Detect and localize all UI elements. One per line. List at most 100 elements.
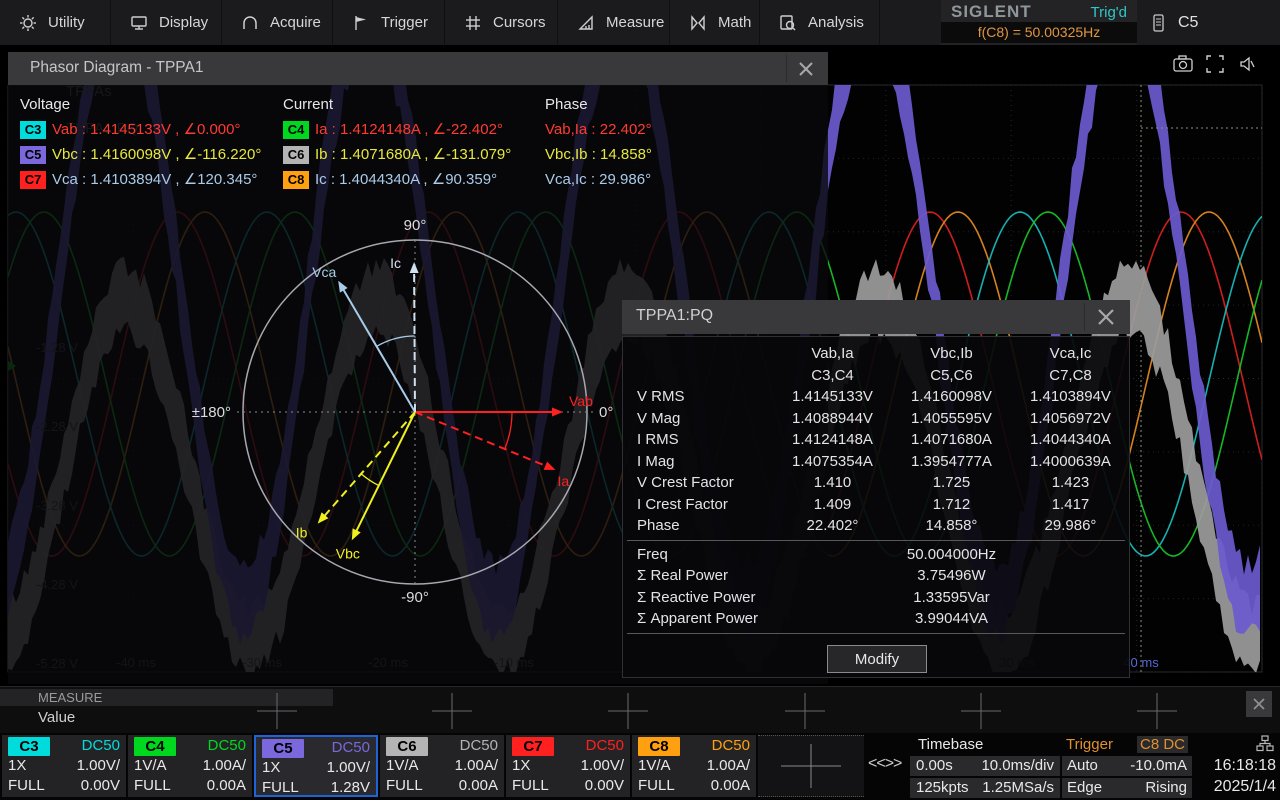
menu-item-label: Utility bbox=[48, 14, 85, 31]
channel-coupling: DC50 bbox=[208, 737, 246, 754]
channel-probe: 1V/A bbox=[638, 757, 671, 774]
pq-row-label: I Mag bbox=[623, 453, 773, 470]
phasor-vector-vab: Vab bbox=[415, 393, 593, 417]
menu-item-label: Display bbox=[159, 14, 208, 31]
cursors-icon bbox=[463, 13, 483, 33]
pq-value: 1.4160098V bbox=[892, 388, 1011, 405]
measure-empty-slot[interactable] bbox=[255, 691, 299, 731]
brand-logo: SIGLENT bbox=[951, 2, 1032, 22]
channel-box-c8[interactable]: C8DC501V/A1.00A/FULL0.00A bbox=[632, 735, 756, 797]
current-reading-row: C4Ia : 1.4124148A , ∠-22.402° bbox=[283, 119, 511, 144]
reading-text: Vab,Ia : 22.402° bbox=[545, 121, 652, 138]
voltage-reading-row: C5Vbc : 1.4160098V , ∠-116.220° bbox=[20, 144, 261, 169]
measure-title: MEASURE bbox=[38, 690, 102, 705]
menu-item-analysis[interactable]: Analysis bbox=[760, 0, 880, 45]
pq-summary-value: 3.75496W bbox=[773, 567, 1130, 584]
pq-row-v-rms: V RMS1.4145133V1.4160098V1.4103894V bbox=[623, 386, 1129, 408]
trigger-source: C8 DC bbox=[1137, 736, 1188, 753]
horizontal-nav-control[interactable]: <<>> bbox=[868, 755, 901, 773]
measure-empty-slot[interactable] bbox=[430, 691, 474, 731]
bottom-status-bar: C3DC501X1.00V/FULL0.00VC4DC501V/A1.00A/F… bbox=[0, 733, 1280, 800]
acquire-icon bbox=[240, 13, 260, 33]
pq-value: 1.4145133V bbox=[773, 388, 892, 405]
trigger-type: Edge bbox=[1067, 779, 1102, 796]
menu-item-trigger[interactable]: Trigger bbox=[333, 0, 445, 45]
fullscreen-icon[interactable] bbox=[1204, 53, 1226, 75]
pq-dialog: TPPA1:PQ Vab,IaVbc,IbVca,IcC3,C4C5,C6C7,… bbox=[622, 300, 1130, 676]
channel-offset: 0.00V bbox=[81, 777, 120, 794]
pq-summary-real-power: Σ Real Power3.75496W bbox=[623, 565, 1129, 587]
phase-angle-arc bbox=[505, 412, 512, 449]
measure-empty-slot[interactable] bbox=[606, 691, 650, 731]
menu-item-label: Cursors bbox=[493, 14, 546, 31]
timebase-panel[interactable]: Timebase0.00s10.0ms/div125kpts1.25MSa/s bbox=[910, 733, 1060, 799]
measure-empty-slot[interactable] bbox=[783, 691, 827, 731]
channel-probe: 1V/A bbox=[386, 757, 419, 774]
sound-icon[interactable] bbox=[1236, 53, 1258, 75]
close-icon bbox=[797, 60, 815, 78]
menu-item-utility[interactable]: Utility bbox=[0, 0, 111, 45]
pq-value: 22.402° bbox=[773, 517, 892, 534]
voltage-reading-row: C3Vab : 1.4145133V , ∠0.000° bbox=[20, 119, 261, 144]
top-menu-bar: Utility Display AcquireTrigger Cursors Measu… bbox=[0, 0, 1280, 46]
pq-row-v-mag: V Mag1.4088944V1.4055595V1.4056972V bbox=[623, 408, 1129, 430]
menu-item-display[interactable]: Display bbox=[111, 0, 222, 45]
measure-empty-slot[interactable] bbox=[959, 691, 1003, 731]
phasor-window-titlebar[interactable]: Phasor Diagram - TPPA1 bbox=[8, 52, 828, 85]
phasor-window-close-button[interactable] bbox=[786, 55, 825, 82]
trigger-level: -10.0mA bbox=[1130, 757, 1187, 774]
menu-item-acquire[interactable]: Acquire bbox=[222, 0, 333, 45]
pq-summary-label: Freq bbox=[623, 546, 773, 563]
channel-coupling: DC50 bbox=[460, 737, 498, 754]
measure-close-button[interactable] bbox=[1246, 691, 1272, 717]
channel-offset: 0.00A bbox=[459, 777, 498, 794]
channel-badge: C3 bbox=[8, 737, 50, 756]
phasor-vector-label: Ib bbox=[296, 525, 308, 541]
channel-probe: 1X bbox=[8, 757, 26, 774]
pq-summary-value: 3.99044VA bbox=[773, 610, 1130, 627]
timebase-row-1: 0.00s10.0ms/div bbox=[910, 756, 1060, 776]
device-icon bbox=[1150, 13, 1166, 33]
timebase-rate: 1.25MSa/s bbox=[982, 779, 1054, 796]
active-channel-indicator[interactable]: C5 bbox=[1150, 0, 1198, 45]
trigger-panel[interactable]: TriggerC8 DCAuto-10.0mAEdgeRising bbox=[1062, 733, 1192, 799]
timebase-delay: 0.00s bbox=[916, 757, 953, 774]
phasor-vector-vbc: Vbc bbox=[336, 412, 415, 561]
reading-text: Vbc,Ib : 14.858° bbox=[545, 146, 652, 163]
pq-dialog-close-button[interactable] bbox=[1084, 303, 1127, 331]
pq-separator bbox=[627, 633, 1125, 634]
flag-icon bbox=[351, 13, 371, 33]
channel-probe: 1X bbox=[512, 757, 530, 774]
channel-box-c3[interactable]: C3DC501X1.00V/FULL0.00V bbox=[2, 735, 126, 797]
pq-value: 1.4071680A bbox=[892, 431, 1011, 448]
channel-scale: 1.00A/ bbox=[455, 757, 498, 774]
menu-item-cursors[interactable]: Cursors bbox=[445, 0, 558, 45]
network-icon[interactable] bbox=[1256, 735, 1274, 753]
readings-column-header: Voltage bbox=[20, 96, 261, 113]
phase-angle-arc bbox=[377, 336, 415, 346]
pq-summary-value: 50.004000Hz bbox=[773, 546, 1130, 563]
channel-bandwidth: FULL bbox=[134, 777, 171, 794]
menu-item-measure[interactable]: Measure bbox=[558, 0, 670, 45]
pq-dialog-body: Vab,IaVbc,IbVca,IcC3,C4C5,C6C7,C8V RMS1.… bbox=[622, 336, 1130, 678]
pq-dialog-titlebar[interactable]: TPPA1:PQ bbox=[622, 300, 1130, 334]
modify-button[interactable]: Modify bbox=[827, 645, 927, 673]
pq-value: 1.4056972V bbox=[1011, 410, 1130, 427]
channel-box-c7[interactable]: C7DC501X1.00V/FULL0.00V bbox=[506, 735, 630, 797]
camera-icon[interactable] bbox=[1172, 53, 1194, 75]
menu-item-math[interactable]: Math bbox=[670, 0, 760, 45]
pq-value: 1.410 bbox=[773, 474, 892, 491]
channel-probe: 1V/A bbox=[134, 757, 167, 774]
next-channel-slot[interactable] bbox=[758, 735, 864, 797]
measure-empty-slot[interactable] bbox=[1135, 691, 1179, 731]
timebase-points: 125kpts bbox=[916, 779, 969, 796]
channel-coupling: DC50 bbox=[332, 739, 370, 756]
channel-box-c6[interactable]: C6DC501V/A1.00A/FULL0.00A bbox=[380, 735, 504, 797]
channel-box-c5[interactable]: C5DC501X1.00V/FULL1.28V bbox=[254, 735, 378, 797]
reading-text: Ib : 1.4071680A , ∠-131.079° bbox=[315, 146, 511, 163]
trigger-row-1: Auto-10.0mA bbox=[1062, 756, 1192, 776]
display-icon bbox=[129, 13, 149, 33]
pq-summary-value: 1.33595Var bbox=[773, 589, 1130, 606]
channel-box-c4[interactable]: C4DC501V/A1.00A/FULL0.00A bbox=[128, 735, 252, 797]
trigger-row-2: EdgeRising bbox=[1062, 778, 1192, 798]
